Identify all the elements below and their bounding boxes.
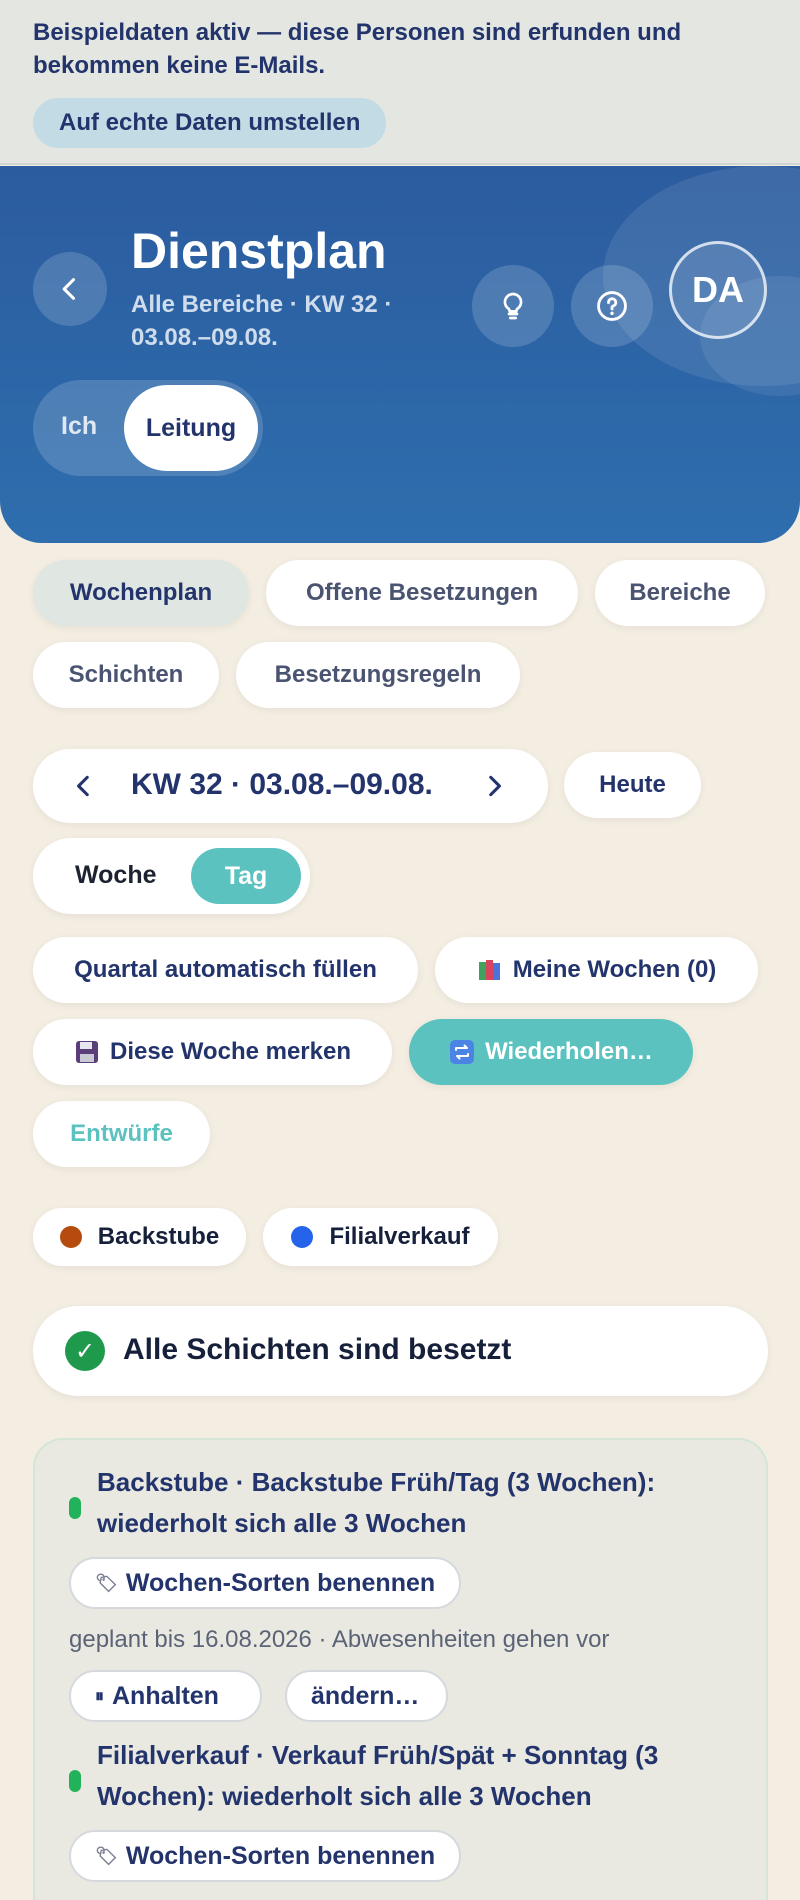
tab-bereiche[interactable]: Bereiche [595,560,765,626]
page-subtitle: Alle Bereiche · KW 32 · 03.08.–09.08. [131,291,393,351]
coverage-status: ✓ Alle Schichten sind besetzt [33,1306,768,1396]
help-icon [597,291,627,321]
name-week-types-label: Wochen-Sorten benennen [125,1568,436,1597]
role-toggle: Ich Leitung [33,380,263,476]
edit-rule-button[interactable]: ändern… [285,1670,448,1722]
tab-schichten[interactable]: Schichten [33,642,219,708]
repeat-button[interactable]: Wiederholen… [409,1019,693,1085]
books-icon [477,957,503,983]
tab-wochenplan[interactable]: Wochenplan [33,560,249,626]
fill-quarter-button[interactable]: Quartal automatisch füllen [33,937,418,1003]
role-option-ich[interactable]: Ich [61,412,97,441]
tips-button[interactable] [472,265,554,347]
avatar[interactable]: DA [669,241,767,339]
legend-item-backstube[interactable]: Backstube [33,1208,246,1266]
view-option-woche[interactable]: Woche [75,861,157,890]
repeat-icon [449,1039,475,1065]
page-header: Dienstplan Alle Bereiche · KW 32 · 03.08… [0,166,800,543]
week-label: KW 32 · 03.08.–09.08. [131,768,433,801]
pause-button[interactable]: ⏸ Anhalten [69,1670,262,1722]
switch-to-real-data-button[interactable]: Auf echte Daten umstellen [33,98,387,148]
chevron-left-icon[interactable] [71,773,97,799]
page-title: Dienstplan [131,223,387,279]
floppy-disk-icon [74,1039,100,1065]
repeat-rule-title: Backstube · Backstube Früh/Tag (3 Wochen… [97,1467,656,1538]
pause-icon: ⏸ [95,1685,104,1706]
name-week-types-button[interactable]: 🏷 Wochen-Sorten benennen [69,1557,462,1609]
my-weeks-label: Meine Wochen (0) [512,956,717,983]
view-toggle: Woche Tag [33,838,310,914]
legend-dot-icon [59,1226,82,1248]
pause-label: Anhalten [112,1681,219,1710]
drafts-button[interactable]: Entwürfe [33,1101,210,1167]
lightbulb-icon [503,292,523,320]
tab-besetzungsregeln[interactable]: Besetzungsregeln [236,642,520,708]
today-button[interactable]: Heute [564,752,701,818]
back-icon [62,278,76,300]
help-button[interactable] [571,265,653,347]
tab-offene-besetzungen[interactable]: Offene Besetzungen [266,560,578,626]
save-week-button[interactable]: Diese Woche merken [33,1019,392,1085]
legend-label: Backstube [97,1223,220,1250]
chevron-right-icon[interactable] [481,773,507,799]
name-week-types-button[interactable]: 🏷 Wochen-Sorten benennen [69,1830,462,1882]
back-button[interactable] [33,252,107,326]
status-bar-icon [69,1497,81,1519]
repeat-rules-card: Backstube · Backstube Früh/Tag (3 Wochen… [33,1438,768,1900]
role-option-leitung[interactable]: Leitung [124,385,258,471]
status-bar-icon [69,1770,81,1792]
coverage-status-text: Alle Schichten sind besetzt [123,1333,512,1366]
label-tag-icon: 🏷 [95,1572,118,1593]
check-icon: ✓ [65,1331,105,1371]
save-week-label: Diese Woche merken [110,1038,351,1065]
view-option-tag[interactable]: Tag [191,848,301,904]
repeat-label: Wiederholen… [485,1038,653,1065]
repeat-rule-title: Filialverkauf · Verkauf Früh/Spät + Sonn… [97,1740,659,1811]
legend-label: Filialverkauf [329,1223,470,1250]
legend-dot-icon [291,1226,314,1248]
repeat-rule-meta: geplant bis 16.08.2026 · Abwesenheiten g… [69,1626,610,1653]
my-weeks-button[interactable]: Meine Wochen (0) [435,937,758,1003]
label-tag-icon: 🏷 [95,1845,118,1866]
legend-item-filialverkauf[interactable]: Filialverkauf [263,1208,498,1266]
name-week-types-label: Wochen-Sorten benennen [125,1841,436,1870]
demo-banner-text: Beispieldaten aktiv — diese Personen sin… [33,19,682,79]
demo-banner: Beispieldaten aktiv — diese Personen sin… [0,0,800,165]
week-navigator: KW 32 · 03.08.–09.08. [33,749,548,823]
